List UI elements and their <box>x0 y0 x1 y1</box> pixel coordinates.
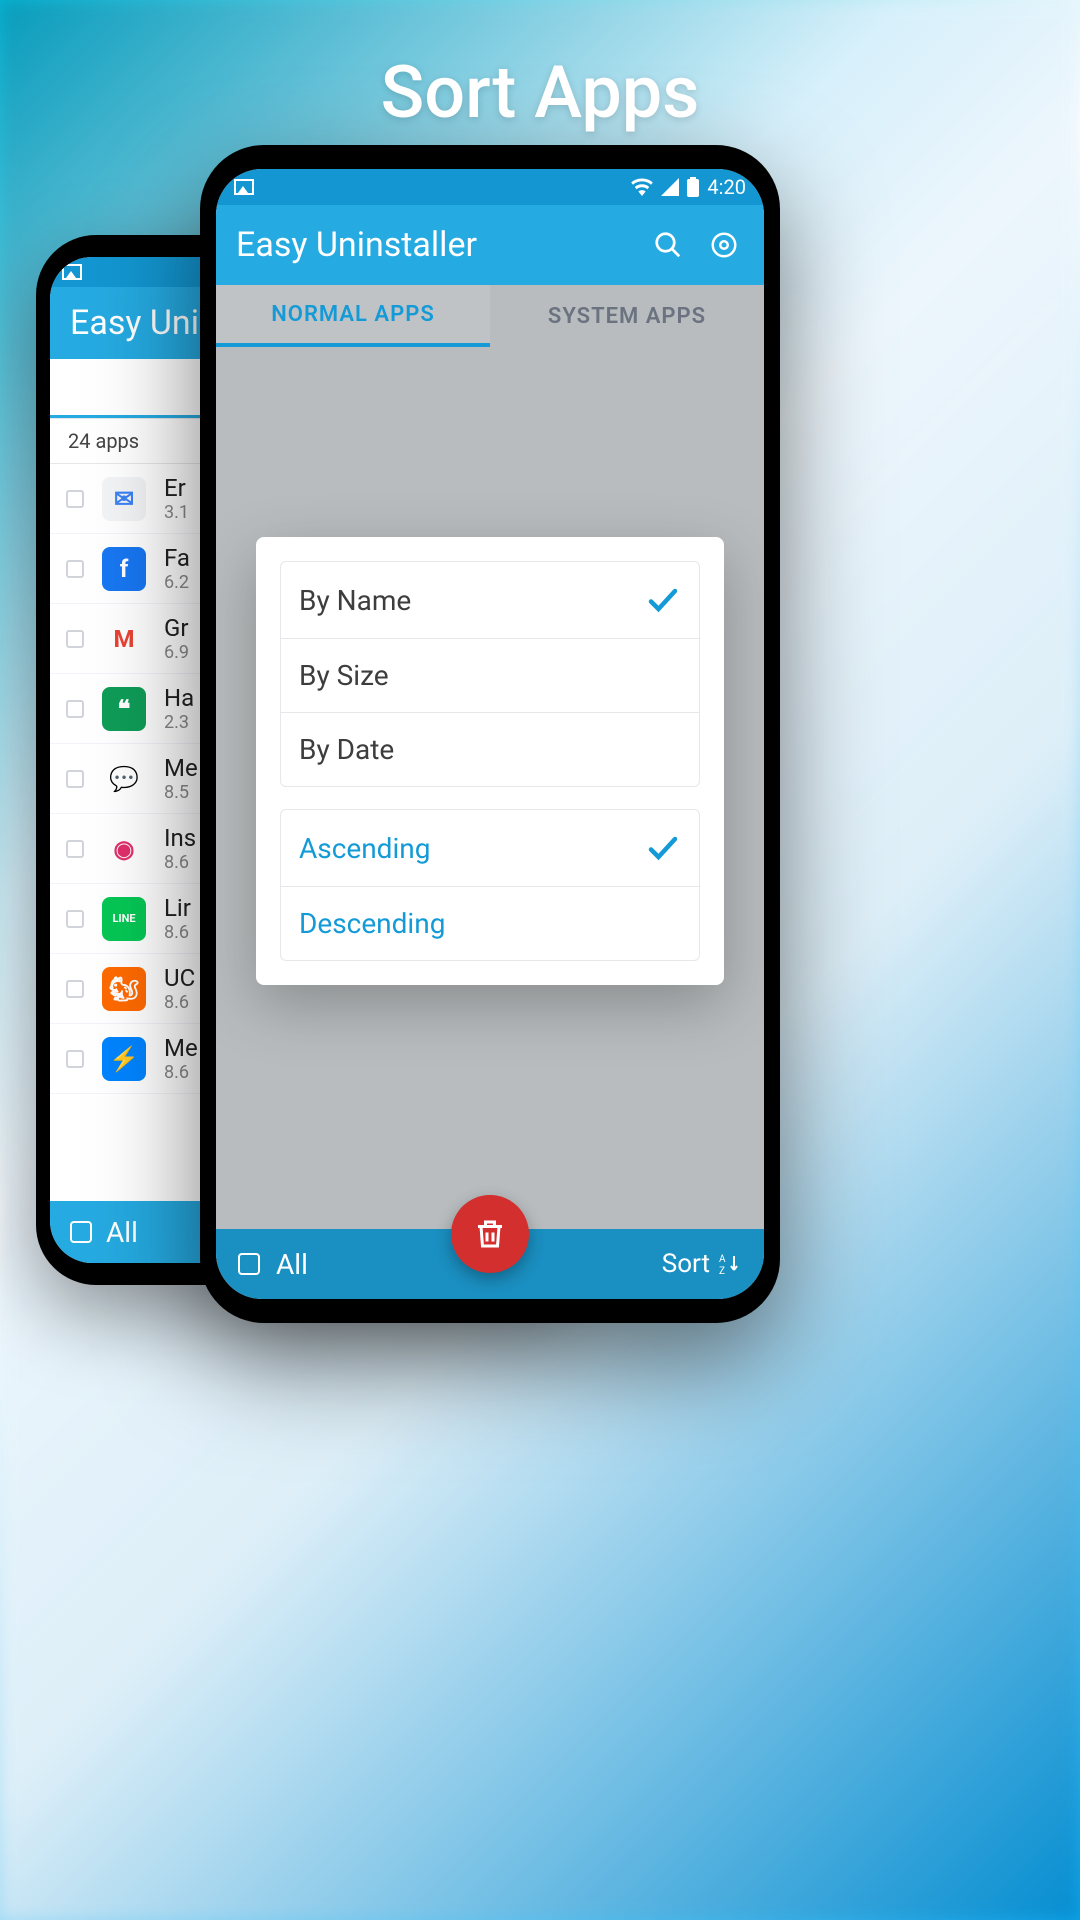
battery-icon <box>687 177 699 197</box>
sort-order-option[interactable]: Descending <box>281 887 699 960</box>
option-label: By Name <box>299 584 411 617</box>
select-all-checkbox[interactable] <box>238 1253 260 1275</box>
app-title: Easy Uninstaller <box>236 225 632 265</box>
page-title: Sort Apps <box>0 50 1080 135</box>
image-icon <box>234 179 254 195</box>
sort-field-option[interactable]: By Name <box>281 562 699 639</box>
select-all-label: All <box>276 1248 308 1281</box>
svg-text:A: A <box>719 1254 726 1265</box>
sort-field-option[interactable]: By Date <box>281 713 699 786</box>
app-checkbox[interactable] <box>66 490 84 508</box>
clock-text: 4:20 <box>707 175 746 199</box>
app-icon: 🐿 <box>102 967 146 1011</box>
dimmed-body[interactable]: By Name By Size By Date Ascending Descendin… <box>216 347 764 1229</box>
trash-icon <box>472 1216 508 1252</box>
check-icon <box>645 830 681 866</box>
gear-icon <box>709 230 739 260</box>
app-icon: ⚡ <box>102 1037 146 1081</box>
app-icon: ✉ <box>102 477 146 521</box>
sort-az-icon: AZ <box>718 1252 742 1276</box>
app-checkbox[interactable] <box>66 910 84 928</box>
app-checkbox[interactable] <box>66 980 84 998</box>
tab-normal-apps[interactable]: NORMAL APPS <box>216 285 490 347</box>
app-icon: ◉ <box>102 827 146 871</box>
sort-dialog: By Name By Size By Date Ascending Descendin… <box>256 537 724 985</box>
wifi-icon <box>631 178 653 196</box>
app-checkbox[interactable] <box>66 700 84 718</box>
select-all-checkbox[interactable] <box>70 1221 92 1243</box>
delete-fab[interactable] <box>451 1195 529 1273</box>
image-icon <box>62 264 82 280</box>
option-label: Descending <box>299 907 445 940</box>
bottom-bar: All Sort AZ <box>216 1229 764 1299</box>
app-checkbox[interactable] <box>66 1050 84 1068</box>
signal-icon <box>661 178 679 196</box>
app-header: Easy Uninstaller <box>216 205 764 285</box>
tab-system-apps[interactable]: SYSTEM APPS <box>490 285 764 347</box>
app-icon: LINE <box>102 897 146 941</box>
sort-button[interactable]: Sort AZ <box>662 1249 742 1279</box>
svg-text:Z: Z <box>719 1266 725 1276</box>
sort-field-section: By Name By Size By Date <box>280 561 700 787</box>
option-label: Ascending <box>299 832 430 865</box>
app-checkbox[interactable] <box>66 840 84 858</box>
sort-order-option[interactable]: Ascending <box>281 810 699 887</box>
settings-button[interactable] <box>704 225 744 265</box>
app-icon: f <box>102 547 146 591</box>
app-checkbox[interactable] <box>66 560 84 578</box>
option-label: By Date <box>299 733 394 766</box>
app-icon: 💬 <box>102 757 146 801</box>
sort-field-option[interactable]: By Size <box>281 639 699 713</box>
check-icon <box>645 582 681 618</box>
search-button[interactable] <box>648 225 688 265</box>
statusbar: 4:20 <box>216 169 764 205</box>
app-icon: ❝ <box>102 687 146 731</box>
app-checkbox[interactable] <box>66 630 84 648</box>
select-all-label: All <box>106 1216 138 1249</box>
app-checkbox[interactable] <box>66 770 84 788</box>
app-icon: M <box>102 617 146 661</box>
option-label: By Size <box>299 659 389 692</box>
sort-order-section: Ascending Descending <box>280 809 700 961</box>
search-icon <box>653 230 683 260</box>
foreground-phone: 4:20 Easy Uninstaller NORMAL APPS SYSTEM… <box>200 145 780 1323</box>
sort-label: Sort <box>662 1249 710 1279</box>
tab-row: NORMAL APPS SYSTEM APPS <box>216 285 764 347</box>
